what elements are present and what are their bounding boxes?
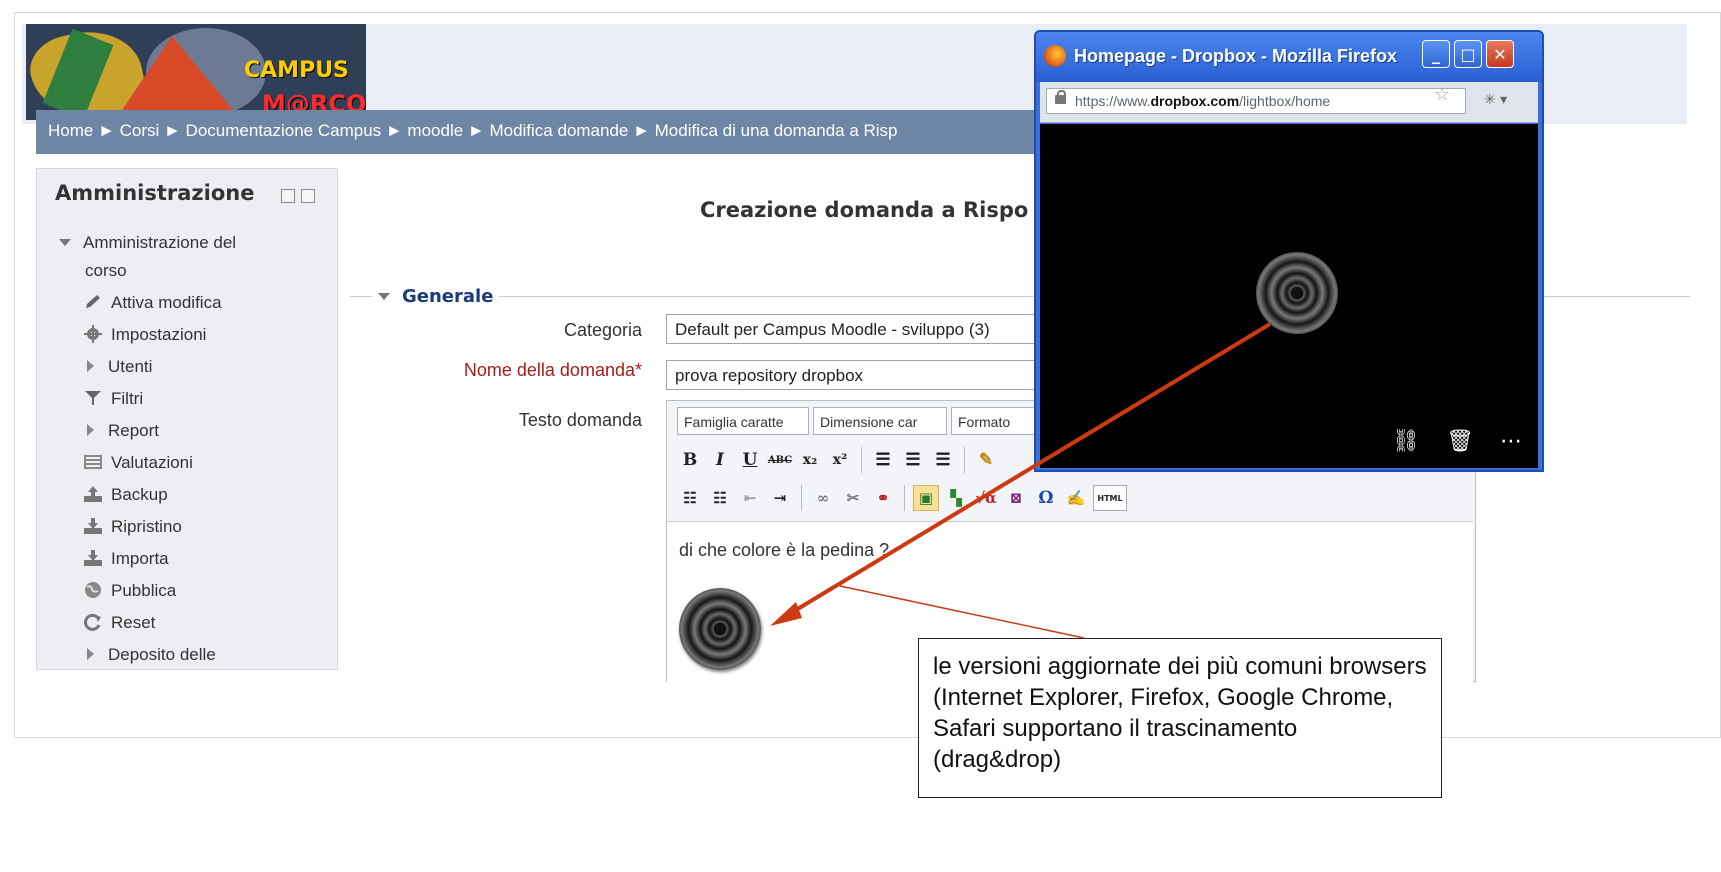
link-icon[interactable]: ∞ — [810, 485, 836, 511]
firefox-icon — [1044, 45, 1066, 67]
extension-menu-icon[interactable]: ✳ ▾ — [1484, 92, 1507, 108]
insert-image-icon[interactable]: ▣ — [913, 485, 939, 511]
filter-icon — [85, 391, 101, 405]
triangle-right-icon — [87, 360, 94, 372]
bookmark-star-icon[interactable]: ☆ — [1434, 84, 1450, 105]
italic-button[interactable]: I — [707, 447, 733, 473]
lightbox-image[interactable] — [1256, 252, 1338, 334]
nav-item-backup[interactable]: Backup — [83, 485, 168, 505]
nav-item-ripristino[interactable]: Ripristino — [83, 517, 182, 537]
download-icon — [84, 550, 102, 566]
campus-logo[interactable]: CAMPUS M@RCONI — [26, 24, 366, 120]
superscript-button[interactable]: x² — [827, 447, 853, 473]
format-select[interactable]: Formato — [951, 407, 1037, 435]
download-icon — [84, 518, 102, 534]
url-field[interactable]: https://www.dropbox.com/lightbox/home — [1046, 88, 1466, 114]
font-size-select[interactable]: Dimensione car — [813, 407, 947, 435]
question-name-label: Nome della domanda* — [463, 360, 642, 380]
outdent-button[interactable]: ⇤ — [737, 485, 763, 511]
editor-toolbar-row-1: Famiglia caratte Dimensione car Formato — [677, 407, 1037, 437]
nav-item-report[interactable]: Report — [83, 421, 159, 441]
firefox-title: Homepage - Dropbox - Mozilla Firefox — [1074, 46, 1398, 66]
breadcrumb[interactable]: Home ► Corsi ► Documentazione Campus ► m… — [48, 121, 898, 141]
nav-item-reset[interactable]: Reset — [83, 613, 155, 633]
font-family-select[interactable]: Famiglia caratte — [677, 407, 809, 435]
nav-section-course-admin[interactable]: Amministrazione del — [59, 233, 236, 253]
lightbox-actions: ⛓ 🗑 ⋯ — [1392, 429, 1522, 454]
firefox-window: Homepage - Dropbox - Mozilla Firefox _ □… — [1034, 30, 1544, 472]
bullet-list-button[interactable]: ☷ — [677, 485, 703, 511]
nav-item-attiva-modifica[interactable]: Attiva modifica — [83, 293, 222, 313]
trash-icon[interactable]: 🗑 — [1446, 429, 1474, 454]
nav-item-importa[interactable]: Importa — [83, 549, 169, 569]
indent-button[interactable]: ⇥ — [767, 485, 793, 511]
special-char-icon[interactable]: Ω — [1033, 485, 1059, 511]
lock-icon — [1055, 90, 1066, 104]
category-select[interactable]: Default per Campus Moodle - sviluppo (3) — [666, 314, 1086, 344]
triangle-right-icon — [87, 648, 94, 660]
dropbox-lightbox: ⛓ 🗑 ⋯ — [1040, 124, 1538, 468]
triangle-right-icon — [87, 424, 94, 436]
triangle-down-icon — [59, 239, 71, 246]
grades-icon — [84, 455, 102, 469]
upload-icon — [84, 486, 102, 502]
editor-toolbar-row-3: ☷ ☷ ⇤ ⇥ ∞ ✂ ⚭ ▣ ▚ √α ⊠ Ω ✍ HTML — [677, 485, 1127, 515]
navbar: Home ► Corsi ► Documentazione Campus ► m… — [36, 110, 1046, 154]
fieldset-legend[interactable]: Generale — [372, 286, 500, 307]
nav-item-pubblica[interactable]: Pubblica — [83, 581, 176, 601]
more-icon[interactable]: ⋯ — [1500, 429, 1522, 454]
callout-note: le versioni aggiornate dei più comuni br… — [918, 638, 1442, 798]
align-center-button[interactable]: ☰ — [900, 447, 926, 473]
nav-item-utenti[interactable]: Utenti — [83, 357, 152, 377]
anchor-icon[interactable]: ⚭ — [870, 485, 896, 511]
question-text-label: Testo domanda — [518, 410, 642, 430]
triangle-down-icon — [378, 293, 390, 300]
nav-section-course-admin-cont: corso — [85, 261, 127, 280]
administration-block: Amministrazione Amministrazione del cors… — [36, 168, 338, 670]
pencil-icon — [86, 295, 100, 308]
nav-item-filtri[interactable]: Filtri — [83, 389, 143, 409]
form-title: Creazione domanda a Rispo — [700, 198, 1029, 222]
category-label: Categoria — [563, 320, 642, 340]
nav-item-deposito[interactable]: Deposito delle — [83, 645, 216, 665]
close-button[interactable]: ✕ — [1486, 40, 1514, 68]
spellcheck-icon[interactable]: ✍ — [1063, 485, 1089, 511]
dock-block-icon[interactable] — [301, 189, 315, 203]
reset-icon — [84, 613, 101, 631]
maximize-button[interactable]: □ — [1454, 40, 1482, 68]
collapse-block-icon[interactable] — [281, 189, 295, 203]
subscript-button[interactable]: x₂ — [797, 447, 823, 473]
link-icon[interactable]: ⛓ — [1392, 429, 1420, 454]
nav-item-impostazioni[interactable]: Impostazioni — [83, 325, 206, 345]
nolink-icon[interactable]: ⊠ — [1003, 485, 1029, 511]
firefox-titlebar[interactable]: Homepage - Dropbox - Mozilla Firefox _ □… — [1036, 32, 1542, 82]
underline-button[interactable]: U — [737, 447, 763, 473]
strikethrough-button[interactable]: ABC — [767, 447, 793, 473]
gear-icon — [84, 325, 102, 343]
bold-button[interactable]: B — [677, 447, 703, 473]
align-right-button[interactable]: ☰ — [930, 447, 956, 473]
unlink-icon[interactable]: ✂ — [840, 485, 866, 511]
nav-item-valutazioni[interactable]: Valutazioni — [83, 453, 193, 473]
firefox-urlbar: https://www.dropbox.com/lightbox/home ☆ … — [1040, 82, 1538, 123]
editor-content-text: di che colore è la pedina ? — [679, 540, 890, 560]
numbered-list-button[interactable]: ☷ — [707, 485, 733, 511]
minimize-button[interactable]: _ — [1422, 40, 1450, 68]
equation-icon[interactable]: √α — [973, 485, 999, 511]
checker-piece-image[interactable] — [679, 588, 761, 670]
editor-toolbar-row-2: B I U ABC x₂ x² ☰ ☰ ☰ ✎ — [677, 447, 999, 477]
block-title: Amministrazione — [55, 181, 255, 205]
globe-icon — [85, 582, 101, 598]
clean-format-icon[interactable]: ✎ — [973, 447, 999, 473]
align-left-button[interactable]: ☰ — [870, 447, 896, 473]
logo-line1: CAMPUS — [244, 58, 349, 83]
html-source-button[interactable]: HTML — [1093, 485, 1127, 511]
insert-media-icon[interactable]: ▚ — [943, 485, 969, 511]
